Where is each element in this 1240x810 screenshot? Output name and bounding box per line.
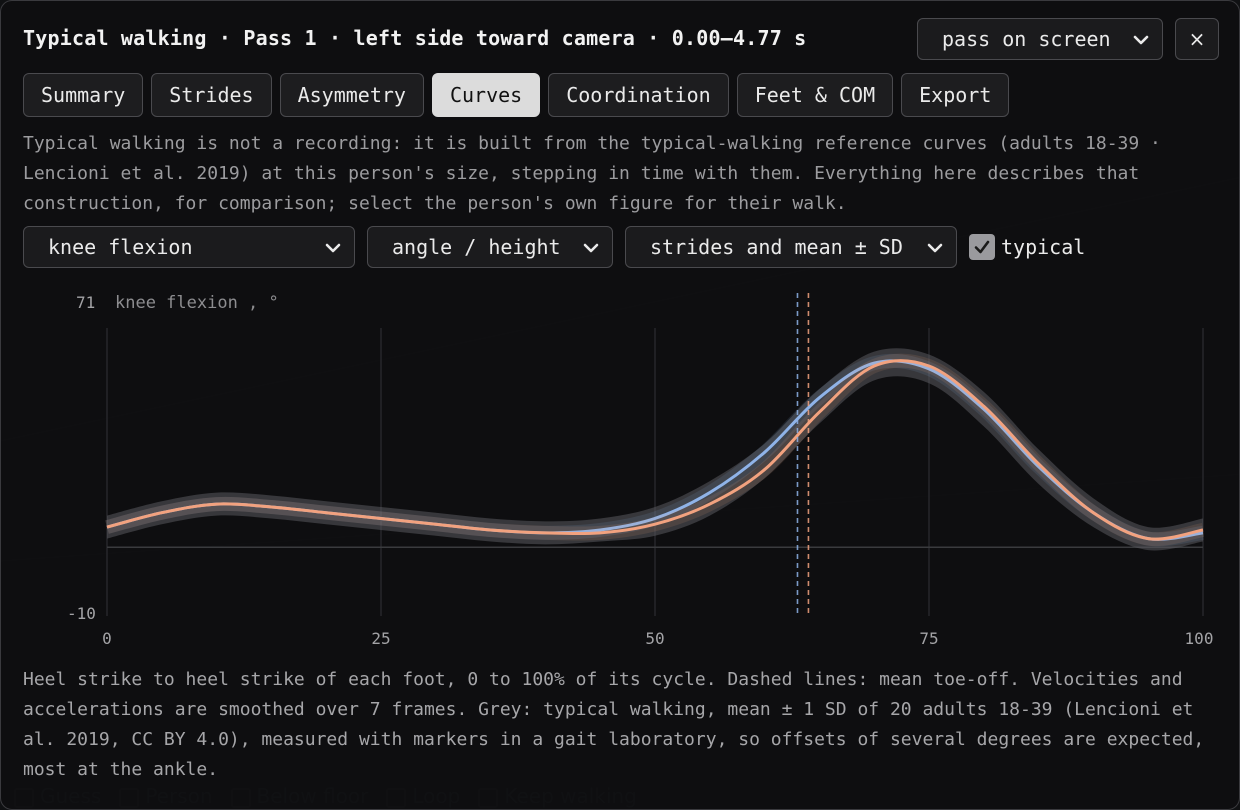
knee-flexion-chart: 0 25 50 75 100 71 -10 knee flexion , °: [67, 293, 1214, 648]
display-select-value: strides and mean ± SD: [650, 235, 903, 259]
tab-curves[interactable]: Curves: [431, 73, 541, 117]
typical-toggle[interactable]: typical: [969, 234, 1085, 260]
chevron-down-icon: [583, 243, 599, 253]
x-tick-label: 100: [1185, 629, 1214, 648]
typical-label: typical: [1001, 235, 1086, 259]
y-max-label: 71: [76, 293, 95, 312]
tab-summary[interactable]: Summary: [23, 73, 144, 117]
typical-checkbox[interactable]: [969, 234, 995, 260]
y-axis-label: knee flexion , °: [115, 293, 279, 313]
toe-off-markers: [796, 293, 810, 616]
x-tick-label: 25: [371, 629, 390, 648]
tab-coordination[interactable]: Coordination: [548, 73, 729, 117]
close-button[interactable]: ×: [1175, 18, 1219, 60]
chevron-down-icon: [927, 243, 943, 253]
view-select[interactable]: pass on screen: [917, 18, 1163, 60]
description-text: Typical walking is not a recording: it i…: [23, 133, 1161, 214]
display-select[interactable]: strides and mean ± SD: [625, 226, 957, 268]
tab-strides[interactable]: Strides: [151, 73, 272, 117]
tab-asymmetry[interactable]: Asymmetry: [279, 73, 424, 117]
mode-select-value: angle / height: [392, 235, 561, 259]
chevron-down-icon: [1133, 35, 1149, 45]
checkmark-icon: [974, 240, 990, 254]
tab-export[interactable]: Export: [901, 73, 1010, 117]
chevron-down-icon: [325, 243, 341, 253]
x-tick-label: 0: [102, 629, 112, 648]
variable-select-value: knee flexion: [48, 235, 193, 259]
variable-select[interactable]: knee flexion: [23, 226, 355, 268]
mode-select[interactable]: angle / height: [367, 226, 613, 268]
view-select-value: pass on screen: [942, 27, 1111, 51]
x-tick-label: 50: [645, 629, 664, 648]
close-icon: ×: [1188, 27, 1206, 51]
chart-caption: Heel strike to heel strike of each foot,…: [23, 669, 1205, 780]
dialog-title: Typical walking · Pass 1 · left side tow…: [23, 26, 807, 50]
tab-feet-com[interactable]: Feet & COM: [736, 73, 894, 117]
y-min-label: -10: [67, 604, 96, 623]
curves-dialog: Typical walking · Pass 1 · left side tow…: [0, 0, 1240, 810]
x-tick-label: 75: [919, 629, 938, 648]
tab-bar: Summary Strides Asymmetry Curves Coordin…: [23, 73, 1010, 117]
